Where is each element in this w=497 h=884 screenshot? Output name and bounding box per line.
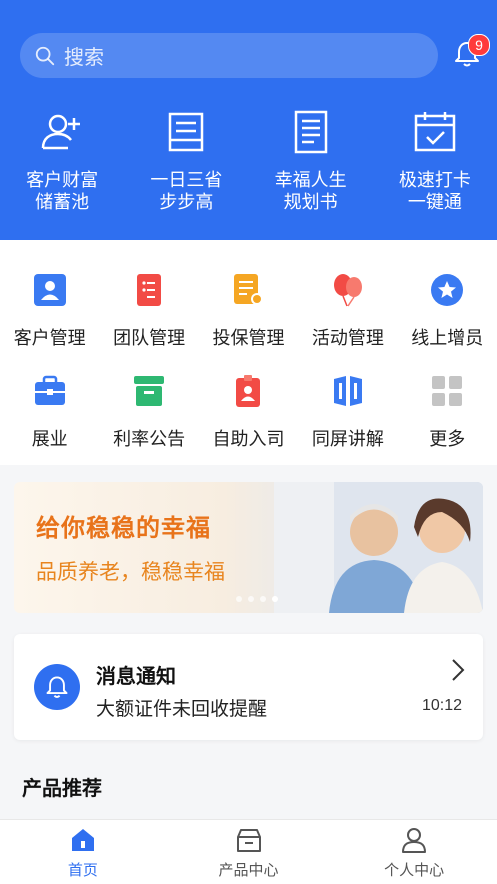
screen-share-icon	[333, 376, 362, 406]
quick-link-label: 幸福人生 规划书	[274, 170, 347, 213]
menu-label: 更多	[429, 429, 466, 450]
menu-label: 线上增员	[411, 328, 484, 349]
banner-subtitle: 品质养老，稳稳幸福	[36, 560, 225, 584]
pagination-dot[interactable]	[236, 596, 242, 602]
tab-home[interactable]: 首页	[0, 820, 166, 884]
pagination-dot[interactable]	[260, 596, 266, 602]
menu-item-self-onboard[interactable]: 自助入司	[199, 373, 298, 451]
menu-item-screen-share[interactable]: 同屏讲解	[298, 373, 397, 451]
search-input[interactable]: 搜索	[64, 41, 104, 70]
quick-link-life-plan[interactable]: 幸福人生 规划书	[249, 108, 373, 218]
feature-row-1: 客户管理 团队管理 投保管理 活动管理 线上增员	[0, 272, 497, 350]
tab-personal-center[interactable]: 个人中心	[331, 820, 497, 884]
archive-box-icon	[134, 376, 165, 406]
user-icon	[402, 828, 427, 853]
quick-link-daily-review[interactable]: 一日三省 步步高	[124, 108, 248, 218]
pagination-dot[interactable]	[248, 596, 254, 602]
menu-item-activity-management[interactable]: 活动管理	[298, 272, 397, 350]
menu-label: 客户管理	[13, 328, 86, 349]
more-grid-icon	[432, 376, 463, 406]
home-icon	[71, 829, 94, 851]
menu-item-online-recruit[interactable]: 线上增员	[398, 272, 497, 350]
menu-item-customer-management[interactable]: 客户管理	[0, 272, 99, 350]
message-body: 大额证件未回收提醒	[96, 698, 268, 720]
quick-link-clock-in[interactable]: 极速打卡 一键通	[373, 108, 497, 218]
add-user-icon	[41, 114, 81, 150]
id-badge-icon	[236, 375, 261, 407]
feature-row-2: 展业 利率公告 自助入司 同屏讲解 更多	[0, 373, 497, 451]
quick-link-label: 客户财富 储蓄池	[26, 170, 99, 213]
banner-pagination	[236, 596, 278, 602]
chevron-right-icon[interactable]	[451, 658, 465, 682]
product-box-icon	[236, 829, 261, 852]
quick-link-label: 极速打卡 一键通	[398, 170, 471, 213]
section-title-products: 产品推荐	[22, 776, 102, 800]
feature-grid: 客户管理 团队管理 投保管理 活动管理 线上增员 展业 利率公告 自助入司 同屏…	[0, 240, 497, 465]
balloon-icon	[333, 274, 362, 307]
notification-badge: 9	[468, 34, 490, 56]
tab-label: 首页	[67, 861, 98, 879]
quick-links: 客户财富 储蓄池 一日三省 步步高 幸福人生 规划书 极速打卡 一键通	[0, 108, 497, 218]
message-icon-circle	[34, 664, 80, 710]
customer-icon	[33, 274, 66, 306]
menu-label: 投保管理	[212, 328, 285, 349]
menu-item-policy-management[interactable]: 投保管理	[199, 272, 298, 350]
message-title: 消息通知	[96, 664, 176, 688]
banner-title: 给你稳稳的幸福	[36, 514, 211, 542]
tab-label: 产品中心	[218, 861, 279, 879]
bell-icon	[46, 676, 68, 698]
inbox-tray-icon	[169, 112, 204, 152]
menu-label: 团队管理	[113, 328, 186, 349]
menu-item-rate-notice[interactable]: 利率公告	[99, 373, 198, 451]
bottom-tab-bar: 首页 产品中心 个人中心	[0, 819, 497, 884]
quick-link-customer-wealth[interactable]: 客户财富 储蓄池	[0, 108, 124, 218]
menu-label: 同屏讲解	[311, 429, 384, 450]
quick-link-label: 一日三省 步步高	[150, 170, 223, 213]
document-icon	[294, 110, 327, 154]
menu-item-business[interactable]: 展业	[0, 373, 99, 451]
menu-label: 展业	[31, 429, 68, 450]
calendar-check-icon	[414, 112, 456, 152]
team-doc-icon	[137, 274, 162, 306]
menu-item-more[interactable]: 更多	[398, 373, 497, 451]
menu-label: 活动管理	[311, 328, 384, 349]
star-badge-icon	[431, 274, 464, 306]
menu-label: 自助入司	[212, 429, 285, 450]
header: 搜索 9 客户财富 储蓄池 一日三省 步步高 幸福人生 规划书 极速打卡 一键通	[0, 0, 497, 240]
briefcase-icon	[34, 375, 65, 405]
search-bar[interactable]: 搜索	[20, 33, 438, 78]
pagination-dot-active[interactable]	[272, 596, 278, 602]
menu-item-team-management[interactable]: 团队管理	[99, 272, 198, 350]
policy-icon	[234, 274, 264, 305]
elderly-couple-photo	[274, 482, 483, 613]
message-time: 10:12	[421, 697, 462, 714]
promo-banner[interactable]: 给你稳稳的幸福 品质养老，稳稳幸福	[14, 482, 483, 613]
message-notification-card[interactable]: 消息通知 大额证件未回收提醒 10:12	[14, 634, 483, 740]
tab-product-center[interactable]: 产品中心	[166, 820, 332, 884]
tab-label: 个人中心	[384, 861, 445, 879]
search-icon	[35, 46, 55, 65]
menu-label: 利率公告	[113, 429, 186, 450]
